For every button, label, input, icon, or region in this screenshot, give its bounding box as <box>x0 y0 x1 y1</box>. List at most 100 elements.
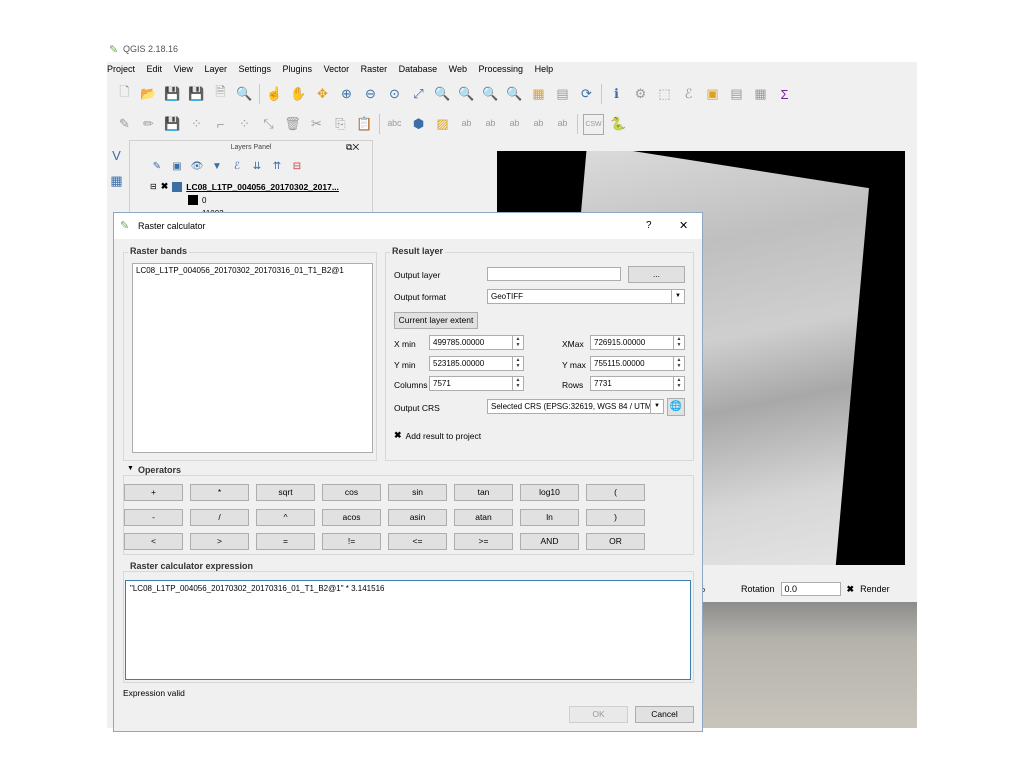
expression-filter-icon[interactable]: ℰ <box>230 159 244 173</box>
output-format-select[interactable]: GeoTIFF ▼ <box>487 289 685 304</box>
current-layer-extent-button[interactable]: Current layer extent <box>394 312 478 329</box>
zoom-next-icon[interactable]: 🔍 <box>505 85 524 104</box>
save-project-icon[interactable]: 💾 <box>163 85 182 104</box>
ymax-spinbox[interactable]: 755115.00000 ▲ ▼ <box>590 356 685 371</box>
xmin-spinbox[interactable]: 499785.00000 ▲ ▼ <box>429 335 524 350</box>
add-raster-layer-icon[interactable]: ▦ <box>107 171 126 190</box>
render-checkbox-icon[interactable]: ✖ <box>847 584 855 595</box>
op-tan-button[interactable]: tan <box>454 484 513 501</box>
add-vector-layer-icon[interactable]: V <box>107 146 126 165</box>
op-greater-than-button[interactable]: > <box>190 533 249 550</box>
pan-to-selection-icon[interactable]: ✥ <box>313 85 332 104</box>
op-sqrt-button[interactable]: sqrt <box>256 484 315 501</box>
panel-close-icon[interactable]: ⧉✕ <box>346 142 359 153</box>
cut-features-icon[interactable]: ✂ <box>307 115 326 134</box>
op-less-than-button[interactable]: < <box>124 533 183 550</box>
select-by-expression-icon[interactable]: ℰ <box>679 85 698 104</box>
xmax-spinbox[interactable]: 726915.00000 ▲ ▼ <box>590 335 685 350</box>
menu-plugins[interactable]: Plugins <box>283 64 313 74</box>
rotation-input[interactable]: 0.0 <box>780 582 841 596</box>
add-group-icon[interactable]: ▣ <box>170 159 184 173</box>
python-console-icon[interactable]: 🐍 <box>609 115 628 134</box>
current-edits-icon[interactable]: ✎ <box>115 115 134 134</box>
menu-layer[interactable]: Layer <box>204 64 227 74</box>
op-divide-button[interactable]: / <box>190 509 249 526</box>
menu-project[interactable]: Project <box>107 64 135 74</box>
zoom-to-layer-icon[interactable]: 🔍 <box>457 85 476 104</box>
op-ln-button[interactable]: ln <box>520 509 579 526</box>
expression-textarea[interactable]: "LC08_L1TP_004056_20170302_20170316_01_T… <box>125 580 691 680</box>
menu-edit[interactable]: Edit <box>147 64 163 74</box>
zoom-to-selection-icon[interactable]: 🔍 <box>433 85 452 104</box>
layer-tree-item[interactable]: ⊟ ✖ LC08_L1TP_004056_20170302_2017... <box>150 181 339 192</box>
label-pin-icon[interactable]: ⬢ <box>409 115 428 134</box>
identify-features-icon[interactable]: ℹ <box>607 85 626 104</box>
collapse-all-icon[interactable]: ⇈ <box>270 159 284 173</box>
columns-spinbox[interactable]: 7571 ▲ ▼ <box>429 376 524 391</box>
layer-name[interactable]: LC08_L1TP_004056_20170302_2017... <box>186 182 339 192</box>
open-project-icon[interactable]: 📂 <box>139 85 158 104</box>
cancel-button[interactable]: Cancel <box>635 706 694 723</box>
ymin-spinbox[interactable]: 523185.00000 ▲ ▼ <box>429 356 524 371</box>
raster-bands-list[interactable]: LC08_L1TP_004056_20170302_20170316_01_T1… <box>132 263 373 453</box>
touch-zoom-icon[interactable]: ☝ <box>265 85 284 104</box>
op-atan-button[interactable]: atan <box>454 509 513 526</box>
output-layer-input[interactable] <box>487 267 621 281</box>
spin-arrows-icon[interactable]: ▲ ▼ <box>673 336 684 349</box>
add-part-icon[interactable]: ⌐ <box>211 115 230 134</box>
op-or-button[interactable]: OR <box>586 533 645 550</box>
style-icon[interactable]: ✎ <box>150 159 164 173</box>
spin-arrows-icon[interactable]: ▲ ▼ <box>673 357 684 370</box>
deselect-icon[interactable]: ▣ <box>703 85 722 104</box>
zoom-full-icon[interactable]: ⤢ <box>409 85 428 104</box>
zoom-out-icon[interactable]: ⊖ <box>361 85 380 104</box>
label-properties-icon[interactable]: ᵃᵇ <box>553 115 572 134</box>
menu-vector[interactable]: Vector <box>324 64 350 74</box>
label-abc-icon[interactable]: ᵃᵇᶜ <box>385 115 404 134</box>
op-equal-button[interactable]: = <box>256 533 315 550</box>
collapse-triangle-icon[interactable]: ▼ <box>127 465 134 475</box>
spin-arrows-icon[interactable]: ▲ ▼ <box>512 357 523 370</box>
statistics-sigma-icon[interactable]: Σ <box>775 85 794 104</box>
output-crs-select[interactable]: Selected CRS (EPSG:32619, WGS 84 / UTM ▼ <box>487 399 664 414</box>
eye-icon[interactable]: 👁 <box>190 159 204 173</box>
expand-all-icon[interactable]: ⇊ <box>250 159 264 173</box>
add-result-checkbox-row[interactable]: ✖ Add result to project <box>394 430 481 441</box>
node-tool-icon[interactable]: ⤡ <box>259 115 278 134</box>
menu-processing[interactable]: Processing <box>479 64 524 74</box>
menu-view[interactable]: View <box>174 64 193 74</box>
menu-web[interactable]: Web <box>449 64 467 74</box>
ok-button[interactable]: OK <box>569 706 628 723</box>
browse-button[interactable]: ... <box>628 266 685 283</box>
menu-help[interactable]: Help <box>535 64 554 74</box>
move-feature-icon[interactable]: ⁘ <box>235 115 254 134</box>
label-change-icon[interactable]: ᵃᵇ <box>505 115 524 134</box>
label-rotate-icon[interactable]: ᵃᵇ <box>481 115 500 134</box>
op-open-paren-button[interactable]: ( <box>586 484 645 501</box>
menu-settings[interactable]: Settings <box>238 64 271 74</box>
zoom-native-icon[interactable]: ⊙ <box>385 85 404 104</box>
csw-icon[interactable]: CSW <box>583 113 604 135</box>
show-bookmarks-icon[interactable]: ▤ <box>553 85 572 104</box>
op-cos-button[interactable]: cos <box>322 484 381 501</box>
op-acos-button[interactable]: acos <box>322 509 381 526</box>
op-and-button[interactable]: AND <box>520 533 579 550</box>
op-minus-button[interactable]: - <box>124 509 183 526</box>
spin-arrows-icon[interactable]: ▲ ▼ <box>512 336 523 349</box>
op-plus-button[interactable]: + <box>124 484 183 501</box>
op-close-paren-button[interactable]: ) <box>586 509 645 526</box>
new-print-composer-icon[interactable]: 🗎 <box>211 84 230 104</box>
op-greater-equal-button[interactable]: >= <box>454 533 513 550</box>
select-crs-globe-icon[interactable]: 🌐 <box>667 398 685 416</box>
save-edits-icon[interactable]: 💾 <box>163 115 182 134</box>
visibility-checkbox-icon[interactable]: ✖ <box>161 181 169 192</box>
menu-database[interactable]: Database <box>399 64 438 74</box>
op-log10-button[interactable]: log10 <box>520 484 579 501</box>
save-as-icon[interactable]: 💾 <box>187 85 206 104</box>
select-features-icon[interactable]: ⬚ <box>655 85 674 104</box>
menu-raster[interactable]: Raster <box>361 64 388 74</box>
close-button[interactable]: ✕ <box>679 219 688 232</box>
refresh-icon[interactable]: ⟳ <box>577 85 596 104</box>
spin-arrows-icon[interactable]: ▲ ▼ <box>673 377 684 390</box>
add-result-checkbox-icon[interactable]: ✖ <box>394 430 402 441</box>
